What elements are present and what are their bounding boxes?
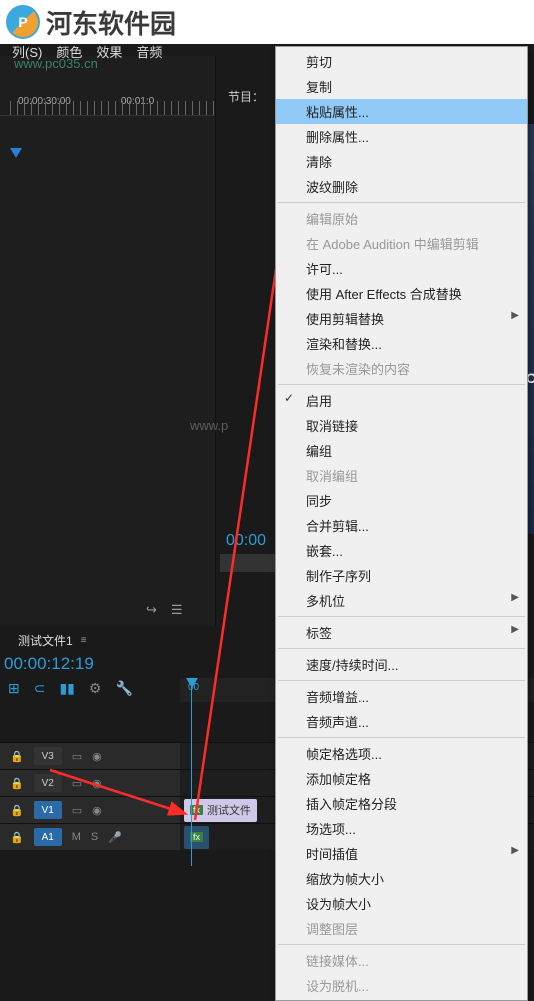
sequence-tab-label: 测试文件1: [18, 632, 73, 649]
watermark-1: www.pc035.cn: [14, 56, 98, 71]
program-label: 节目：: [228, 88, 264, 105]
submenu-arrow-icon: ▶: [511, 592, 519, 603]
ruler-line: [10, 101, 215, 115]
menu-item-5[interactable]: 波纹删除: [276, 174, 527, 199]
menu-item-10[interactable]: 使用 After Effects 合成替换: [276, 281, 527, 306]
menu-item-42: 设为脱机...: [276, 973, 527, 998]
mute-icon[interactable]: M: [72, 831, 81, 843]
lock-icon[interactable]: 🔒: [10, 750, 24, 763]
menu-item-37[interactable]: 缩放为帧大小: [276, 866, 527, 891]
lock-icon[interactable]: 🔒: [10, 804, 24, 817]
menu-item-13: 恢复未渲染的内容: [276, 356, 527, 381]
menu-item-33[interactable]: 添加帧定格: [276, 766, 527, 791]
menu-item-25[interactable]: 标签▶: [276, 620, 527, 645]
panel-controls: ↪ ☰: [146, 602, 183, 618]
watermark-2: www.p: [190, 418, 228, 433]
submenu-arrow-icon: ▶: [511, 624, 519, 635]
menu-item-4[interactable]: 清除: [276, 149, 527, 174]
menu-item-18: 取消编组: [276, 463, 527, 488]
export-icon[interactable]: ↪: [146, 602, 157, 618]
solo-icon[interactable]: S: [91, 831, 98, 843]
menu-item-38[interactable]: 设为帧大小: [276, 891, 527, 916]
timeline-tools: ⊞ ⊂ ▮▮ ⚙ 🔧: [8, 680, 133, 697]
menu-item-12[interactable]: 渲染和替换...: [276, 331, 527, 356]
menu-item-41: 链接媒体...: [276, 948, 527, 973]
menu-separator: [278, 680, 525, 681]
scrollbar-strip[interactable]: [220, 554, 276, 572]
track-badge-a1[interactable]: A1: [34, 828, 62, 846]
snap-icon[interactable]: ⊞: [8, 680, 20, 697]
menu-separator: [278, 384, 525, 385]
menu-item-21[interactable]: 嵌套...: [276, 538, 527, 563]
clip-label: 测试文件: [207, 802, 251, 818]
eye-icon[interactable]: ◉: [92, 804, 102, 817]
menu-item-27[interactable]: 速度/持续时间...: [276, 652, 527, 677]
menu-item-17[interactable]: 编组: [276, 438, 527, 463]
menu-item-7: 编辑原始: [276, 206, 527, 231]
settings-icon[interactable]: ⚙: [89, 680, 102, 697]
sequence-tab[interactable]: 测试文件1 ≡: [12, 628, 93, 653]
logo-icon: P: [6, 5, 40, 39]
menu-item-1[interactable]: 复制: [276, 74, 527, 99]
menu-item-39: 调整图层: [276, 916, 527, 941]
menu-item-8: 在 Adobe Audition 中编辑剪辑: [276, 231, 527, 256]
menu-item-29[interactable]: 音频增益...: [276, 684, 527, 709]
menu-item-34[interactable]: 插入帧定格分段: [276, 791, 527, 816]
eye-icon[interactable]: ◉: [92, 750, 102, 763]
program-timecode[interactable]: 00:00: [226, 532, 266, 550]
track-badge-v3[interactable]: V3: [34, 747, 62, 765]
menu-separator: [278, 944, 525, 945]
menu-separator: [278, 616, 525, 617]
menu-item-32[interactable]: 帧定格选项...: [276, 741, 527, 766]
track-badge-v2[interactable]: V2: [34, 774, 62, 792]
menu-item-3[interactable]: 删除属性...: [276, 124, 527, 149]
marker-icon[interactable]: ▮▮: [59, 680, 74, 697]
toggle-output-icon[interactable]: ▭: [72, 777, 82, 790]
logo-text: 河东软件园: [46, 4, 176, 41]
menu-separator: [278, 737, 525, 738]
lock-icon[interactable]: 🔒: [10, 777, 24, 790]
menu-item-9[interactable]: 许可...: [276, 256, 527, 281]
source-panel: 00:00:30:00 00:01:0: [0, 56, 216, 626]
menu-item-19[interactable]: 同步: [276, 488, 527, 513]
mic-icon[interactable]: 🎤: [108, 831, 122, 844]
context-menu: 剪切复制粘贴属性...删除属性...清除波纹删除编辑原始在 Adobe Audi…: [275, 46, 528, 1001]
audio-clip[interactable]: fx: [184, 826, 209, 849]
lock-icon[interactable]: 🔒: [10, 831, 24, 844]
panel-menu-icon[interactable]: ☰: [171, 602, 183, 618]
menu-item-0[interactable]: 剪切: [276, 49, 527, 74]
menu-item-30[interactable]: 音频声道...: [276, 709, 527, 734]
eye-icon[interactable]: ◉: [92, 777, 102, 790]
menu-item-20[interactable]: 合并剪辑...: [276, 513, 527, 538]
menu-item-15[interactable]: 启用✓: [276, 388, 527, 413]
timeline-playhead-line: [191, 686, 192, 866]
check-icon: ✓: [284, 391, 294, 405]
menu-item-35[interactable]: 场选项...: [276, 816, 527, 841]
logo-bar: P 河东软件园: [0, 0, 534, 44]
menu-item-11[interactable]: 使用剪辑替换▶: [276, 306, 527, 331]
wrench-icon[interactable]: 🔧: [115, 680, 132, 697]
toggle-output-icon[interactable]: ▭: [72, 804, 82, 817]
submenu-arrow-icon: ▶: [511, 845, 519, 856]
submenu-arrow-icon: ▶: [511, 310, 519, 321]
playhead-icon[interactable]: [10, 148, 22, 158]
menu-item-23[interactable]: 多机位▶: [276, 588, 527, 613]
menu-item-36[interactable]: 时间插值▶: [276, 841, 527, 866]
sequence-tab-menu-icon[interactable]: ≡: [81, 635, 87, 646]
menu-item-2[interactable]: 粘贴属性...: [276, 99, 527, 124]
menu-separator: [278, 648, 525, 649]
menu-item-16[interactable]: 取消链接: [276, 413, 527, 438]
timeline-timecode[interactable]: 00:00:12:19: [4, 654, 94, 674]
toggle-output-icon[interactable]: ▭: [72, 750, 82, 763]
video-clip[interactable]: fx 测试文件: [184, 799, 257, 822]
track-badge-v1[interactable]: V1: [34, 801, 62, 819]
menu-item-22[interactable]: 制作子序列: [276, 563, 527, 588]
linked-selection-icon[interactable]: ⊂: [34, 680, 46, 697]
menu-separator: [278, 202, 525, 203]
